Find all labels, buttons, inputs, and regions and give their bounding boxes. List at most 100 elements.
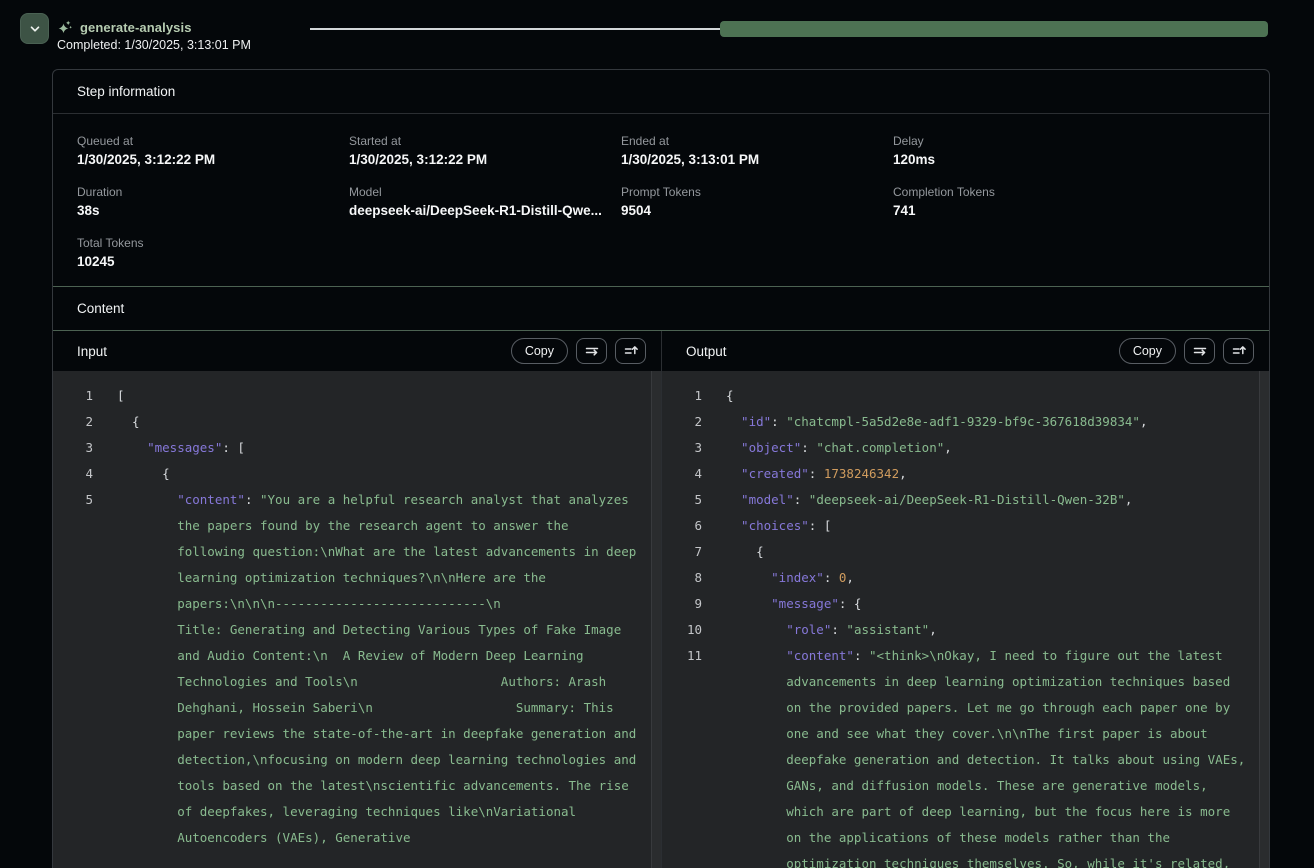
wrap-text-button[interactable] <box>1184 338 1215 364</box>
line-number: 4 <box>662 461 702 487</box>
meta-value: 1/30/2025, 3:12:22 PM <box>349 152 621 167</box>
meta-label: Prompt Tokens <box>621 185 893 199</box>
step-information-header: Step information <box>53 70 1269 114</box>
code-text: { <box>702 383 1257 409</box>
line-number: 5 <box>662 487 702 513</box>
timeline-span-bar[interactable] <box>720 21 1268 37</box>
meta-duration: Duration 38s <box>77 185 349 218</box>
content-section-header: Content <box>52 286 1270 331</box>
copy-output-button[interactable]: Copy <box>1119 338 1176 364</box>
code-line: 1{ <box>662 383 1257 409</box>
sparkles-icon <box>57 19 73 36</box>
trace-header: generate-analysis Completed: 1/30/2025, … <box>0 0 1314 69</box>
input-code-viewer: 1[2{3"messages": [4{5"content": "You are… <box>53 371 661 868</box>
meta-value: 10245 <box>77 254 349 269</box>
code-text: "created": 1738246342, <box>702 461 1257 487</box>
line-number: 3 <box>53 435 93 461</box>
code-text: "model": "deepseek-ai/DeepSeek-R1-Distil… <box>702 487 1257 513</box>
meta-label: Queued at <box>77 134 349 148</box>
chevron-down-icon <box>28 22 42 36</box>
code-text: "id": "chatcmpl-5a5d2e8e-adf1-9329-bf9c-… <box>702 409 1257 435</box>
code-line: 5"content": "You are a helpful research … <box>53 487 649 851</box>
copy-input-button[interactable]: Copy <box>511 338 568 364</box>
input-panel: Input Copy <box>53 331 661 868</box>
step-title: generate-analysis <box>80 20 192 35</box>
line-number: 7 <box>662 539 702 565</box>
meta-value: 1/30/2025, 3:13:01 PM <box>621 152 893 167</box>
code-line: 7{ <box>662 539 1257 565</box>
expand-button[interactable] <box>615 338 646 364</box>
lines-up-arrow-icon <box>1231 343 1247 359</box>
step-information-title: Step information <box>77 84 175 99</box>
code-line: 11"content": "<think>\nOkay, I need to f… <box>662 643 1257 868</box>
output-panel-header: Output Copy <box>662 331 1269 371</box>
step-status-text: Completed: 1/30/2025, 3:13:01 PM <box>57 38 251 52</box>
line-number: 2 <box>662 409 702 435</box>
meta-label: Completion Tokens <box>893 185 1245 199</box>
input-panel-header: Input Copy <box>53 331 661 371</box>
code-text: "message": { <box>702 591 1257 617</box>
timeline-track <box>310 28 720 30</box>
code-line: 3"messages": [ <box>53 435 649 461</box>
code-text: { <box>93 409 649 435</box>
code-line: 6"choices": [ <box>662 513 1257 539</box>
line-number: 11 <box>662 643 702 868</box>
step-metadata-grid: Queued at 1/30/2025, 3:12:22 PM Started … <box>53 114 1269 286</box>
meta-value: 38s <box>77 203 349 218</box>
output-panel: Output Copy <box>661 331 1269 868</box>
wrap-text-icon <box>1192 343 1208 359</box>
output-scrollbar[interactable] <box>1259 371 1269 868</box>
meta-value: 120ms <box>893 152 1245 167</box>
meta-ended-at: Ended at 1/30/2025, 3:13:01 PM <box>621 134 893 167</box>
code-text: "content": "You are a helpful research a… <box>93 487 649 851</box>
meta-label: Model <box>349 185 621 199</box>
meta-prompt-tokens: Prompt Tokens 9504 <box>621 185 893 218</box>
meta-total-tokens: Total Tokens 10245 <box>77 236 349 269</box>
line-number: 1 <box>53 383 93 409</box>
input-scrollbar[interactable] <box>651 371 661 868</box>
meta-value: 741 <box>893 203 1245 218</box>
code-line: 8"index": 0, <box>662 565 1257 591</box>
meta-label: Ended at <box>621 134 893 148</box>
code-text: "content": "<think>\nOkay, I need to fig… <box>702 643 1257 868</box>
meta-started-at: Started at 1/30/2025, 3:12:22 PM <box>349 134 621 167</box>
code-line: 1[ <box>53 383 649 409</box>
code-line: 9"message": { <box>662 591 1257 617</box>
line-number: 2 <box>53 409 93 435</box>
code-text: [ <box>93 383 649 409</box>
wrap-text-icon <box>584 343 600 359</box>
line-number: 1 <box>662 383 702 409</box>
lines-up-arrow-icon <box>623 343 639 359</box>
code-line: 4{ <box>53 461 649 487</box>
output-code-viewer: 1{2"id": "chatcmpl-5a5d2e8e-adf1-9329-bf… <box>662 371 1269 868</box>
meta-label: Duration <box>77 185 349 199</box>
code-line: 4"created": 1738246342, <box>662 461 1257 487</box>
line-number: 8 <box>662 565 702 591</box>
meta-value: deepseek-ai/DeepSeek-R1-Distill-Qwe... <box>349 203 621 218</box>
line-number: 9 <box>662 591 702 617</box>
output-panel-title: Output <box>686 344 1111 359</box>
meta-delay: Delay 120ms <box>893 134 1245 167</box>
line-number: 10 <box>662 617 702 643</box>
wrap-text-button[interactable] <box>576 338 607 364</box>
code-line: 3"object": "chat.completion", <box>662 435 1257 461</box>
content-title: Content <box>77 301 124 316</box>
code-text: "choices": [ <box>702 513 1257 539</box>
meta-completion-tokens: Completion Tokens 741 <box>893 185 1245 218</box>
code-text: { <box>702 539 1257 565</box>
code-text: "role": "assistant", <box>702 617 1257 643</box>
code-line: 10"role": "assistant", <box>662 617 1257 643</box>
meta-queued-at: Queued at 1/30/2025, 3:12:22 PM <box>77 134 349 167</box>
meta-label: Total Tokens <box>77 236 349 250</box>
meta-value: 9504 <box>621 203 893 218</box>
collapse-step-button[interactable] <box>20 13 49 44</box>
code-line: 5"model": "deepseek-ai/DeepSeek-R1-Disti… <box>662 487 1257 513</box>
expand-button[interactable] <box>1223 338 1254 364</box>
meta-model: Model deepseek-ai/DeepSeek-R1-Distill-Qw… <box>349 185 621 218</box>
line-number: 5 <box>53 487 93 851</box>
code-text: "index": 0, <box>702 565 1257 591</box>
line-number: 3 <box>662 435 702 461</box>
line-number: 4 <box>53 461 93 487</box>
code-line: 2"id": "chatcmpl-5a5d2e8e-adf1-9329-bf9c… <box>662 409 1257 435</box>
input-output-panels: Input Copy <box>53 331 1269 868</box>
